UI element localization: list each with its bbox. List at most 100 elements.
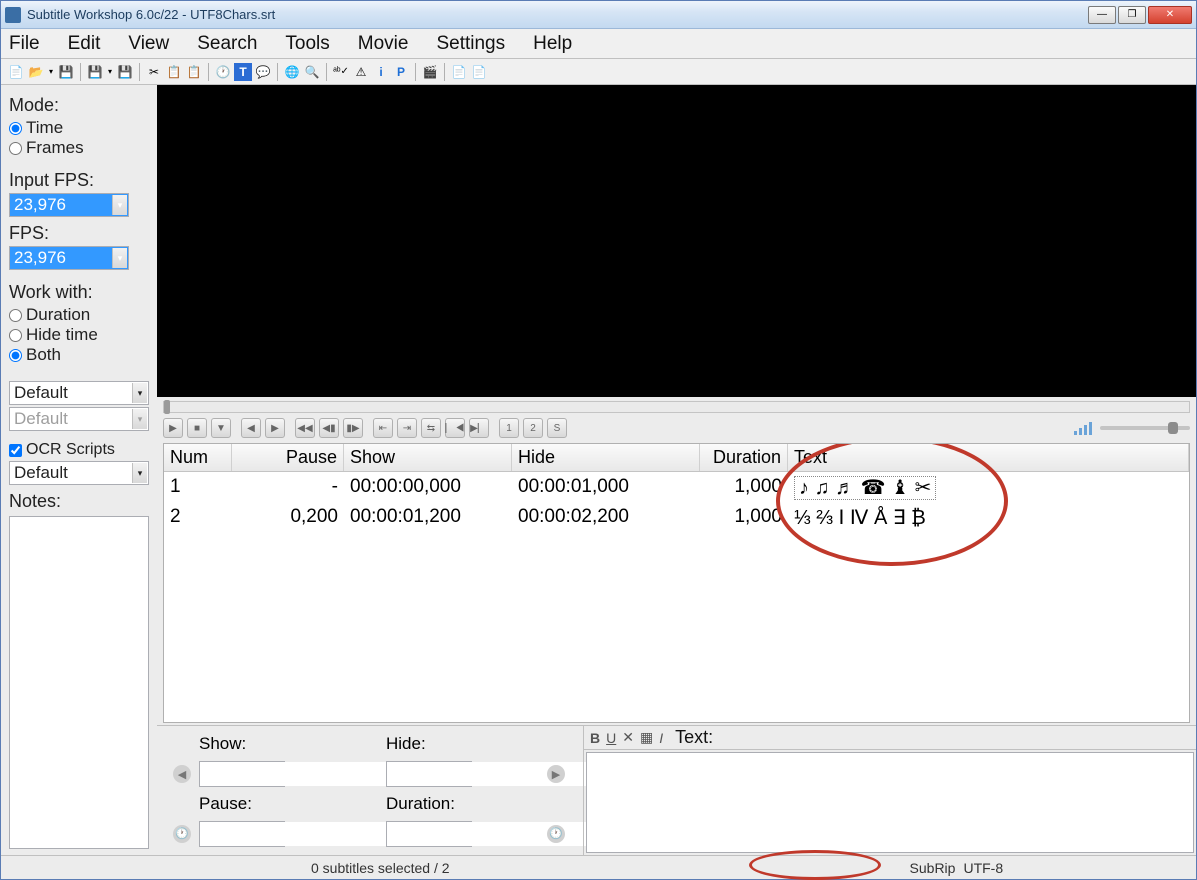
input-fps-combo[interactable]: ▾ bbox=[9, 193, 129, 217]
pause-spinner[interactable]: ▲▼ bbox=[199, 821, 285, 847]
main-area: ▶ ■ ▼ ◀ ▶ ◀◀ ◀▮ ▮▶ ⇤ ⇥ ⇆ ⎸◀ ▶⎸ 1 2 S Num bbox=[157, 85, 1196, 855]
grid-row[interactable]: 2 0,200 00:00:01,200 00:00:02,200 1,000 … bbox=[164, 502, 1189, 532]
btn1-icon[interactable]: 1 bbox=[499, 418, 519, 438]
col-duration[interactable]: Duration bbox=[700, 444, 788, 471]
col-text[interactable]: Text bbox=[788, 444, 1189, 471]
volume-slider[interactable] bbox=[1100, 426, 1190, 430]
bold-icon[interactable]: B bbox=[590, 730, 600, 746]
col-num[interactable]: Num bbox=[164, 444, 232, 471]
subtitle-grid[interactable]: Num Pause Show Hide Duration Text 1 - 00… bbox=[163, 443, 1190, 723]
menu-search[interactable]: Search bbox=[197, 33, 257, 55]
rewind-icon[interactable]: ◀◀ bbox=[295, 418, 315, 438]
chevron-down-icon[interactable]: ▾ bbox=[112, 195, 127, 215]
menu-movie[interactable]: Movie bbox=[358, 33, 409, 55]
sync1-icon[interactable]: ⇆ bbox=[421, 418, 441, 438]
prev-icon[interactable]: ◀ bbox=[241, 418, 261, 438]
underline-icon[interactable]: U bbox=[606, 730, 616, 746]
clock1-icon[interactable]: 🕐 bbox=[173, 825, 191, 843]
subtitle-text-input[interactable] bbox=[586, 752, 1194, 853]
menu-settings[interactable]: Settings bbox=[436, 33, 505, 55]
work-hide-radio[interactable]: Hide time bbox=[9, 325, 149, 345]
sync-prev-icon[interactable]: ⎸◀ bbox=[445, 418, 465, 438]
grid-row[interactable]: 1 - 00:00:00,000 00:00:01,000 1,000 ♪ ♫ … bbox=[164, 472, 1189, 502]
next-sub-icon[interactable]: ▶ bbox=[547, 765, 565, 783]
warning-icon[interactable]: ⚠ bbox=[352, 63, 370, 81]
notes-textarea[interactable] bbox=[9, 516, 149, 849]
video-preview[interactable] bbox=[157, 85, 1196, 397]
search-icon[interactable]: 🔍 bbox=[303, 63, 321, 81]
spellcheck-icon[interactable]: ᵃᵇ✓ bbox=[332, 63, 350, 81]
save-all-icon[interactable]: 💾 bbox=[116, 63, 134, 81]
paste-icon[interactable]: 📋 bbox=[185, 63, 203, 81]
chevron-down-icon[interactable]: ▾ bbox=[132, 463, 147, 483]
charset2-combo[interactable]: Default▾ bbox=[9, 407, 149, 431]
menu-file[interactable]: File bbox=[9, 33, 40, 55]
btn2-icon[interactable]: 2 bbox=[523, 418, 543, 438]
chevron-down-icon[interactable]: ▾ bbox=[132, 409, 147, 429]
cut-icon[interactable]: ✂ bbox=[145, 63, 163, 81]
stop-icon[interactable]: ■ bbox=[187, 418, 207, 438]
mode-frames-radio[interactable]: Frames bbox=[9, 138, 149, 158]
clear-icon[interactable]: ✕ bbox=[622, 729, 634, 746]
play-icon[interactable]: ▶ bbox=[163, 418, 183, 438]
statusbar: 0 subtitles selected / 2 SubRip UTF-8 bbox=[1, 855, 1196, 879]
chevron-down-icon[interactable]: ▾ bbox=[112, 248, 127, 268]
save-project-icon[interactable]: 💾 bbox=[86, 63, 104, 81]
open-icon[interactable]: 📂 bbox=[27, 63, 45, 81]
separator-icon bbox=[326, 63, 327, 81]
copy-icon[interactable]: 📋 bbox=[165, 63, 183, 81]
menu-tools[interactable]: Tools bbox=[285, 33, 329, 55]
col-pause[interactable]: Pause bbox=[232, 444, 344, 471]
work-both-radio[interactable]: Both bbox=[9, 345, 149, 365]
hide-spinner[interactable]: ▲▼ bbox=[386, 761, 472, 787]
menu-view[interactable]: View bbox=[128, 33, 169, 55]
comment-icon[interactable]: 💬 bbox=[254, 63, 272, 81]
mark-in-icon[interactable]: ⇤ bbox=[373, 418, 393, 438]
next-icon[interactable]: ▶ bbox=[265, 418, 285, 438]
fps-combo[interactable]: ▾ bbox=[9, 246, 129, 270]
separator-icon bbox=[444, 63, 445, 81]
prev-sub-icon[interactable]: ◀ bbox=[173, 765, 191, 783]
video-scrubber[interactable] bbox=[163, 401, 1190, 413]
italic-icon[interactable]: I bbox=[659, 730, 663, 746]
mark-out-icon[interactable]: ⇥ bbox=[397, 418, 417, 438]
info-icon[interactable]: i bbox=[372, 63, 390, 81]
save-icon[interactable]: 💾 bbox=[57, 63, 75, 81]
duration-spinner[interactable]: ▲▼ bbox=[386, 821, 472, 847]
btns-icon[interactable]: S bbox=[547, 418, 567, 438]
bottom-panel: Show: Hide: ◀ ▲▼ ▲▼ ▶ Pause: Duration: 🕐… bbox=[157, 725, 1196, 855]
chevron-down-icon[interactable]: ▾ bbox=[132, 383, 147, 403]
sync-next-icon[interactable]: ▶⎸ bbox=[469, 418, 489, 438]
ocr-scripts-check[interactable]: OCR Scripts bbox=[9, 441, 149, 459]
work-duration-radio[interactable]: Duration bbox=[9, 305, 149, 325]
new-icon[interactable]: 📄 bbox=[7, 63, 25, 81]
doc2-icon[interactable]: 📄 bbox=[470, 63, 488, 81]
clock2-icon[interactable]: 🕐 bbox=[547, 825, 565, 843]
col-show[interactable]: Show bbox=[344, 444, 512, 471]
charset-combo[interactable]: Default▾ bbox=[9, 381, 149, 405]
cell-hide: 00:00:02,200 bbox=[512, 505, 700, 529]
translate-icon[interactable]: 🌐 bbox=[283, 63, 301, 81]
menu-help[interactable]: Help bbox=[533, 33, 572, 55]
close-button[interactable]: ✕ bbox=[1148, 6, 1192, 24]
back-icon[interactable]: ◀▮ bbox=[319, 418, 339, 438]
fwd-icon[interactable]: ▮▶ bbox=[343, 418, 363, 438]
pascal-icon[interactable]: P bbox=[392, 63, 410, 81]
maximize-button[interactable]: ❐ bbox=[1118, 6, 1146, 24]
doc1-icon[interactable]: 📄 bbox=[450, 63, 468, 81]
status-selection: 0 subtitles selected / 2 bbox=[311, 860, 450, 876]
ocr-combo[interactable]: Default▾ bbox=[9, 461, 149, 485]
cell-show: 00:00:00,000 bbox=[344, 475, 512, 499]
text-tool-icon[interactable]: T bbox=[234, 63, 252, 81]
mode-time-radio[interactable]: Time bbox=[9, 118, 149, 138]
save-dropdown-icon[interactable]: ▾ bbox=[106, 63, 114, 81]
minimize-button[interactable]: — bbox=[1088, 6, 1116, 24]
video-icon[interactable]: 🎬 bbox=[421, 63, 439, 81]
col-hide[interactable]: Hide bbox=[512, 444, 700, 471]
down-icon[interactable]: ▼ bbox=[211, 418, 231, 438]
menu-edit[interactable]: Edit bbox=[68, 33, 101, 55]
timer-icon[interactable]: 🕐 bbox=[214, 63, 232, 81]
show-spinner[interactable]: ▲▼ bbox=[199, 761, 285, 787]
open-dropdown-icon[interactable]: ▾ bbox=[47, 63, 55, 81]
color-icon[interactable]: ▦ bbox=[640, 729, 653, 746]
